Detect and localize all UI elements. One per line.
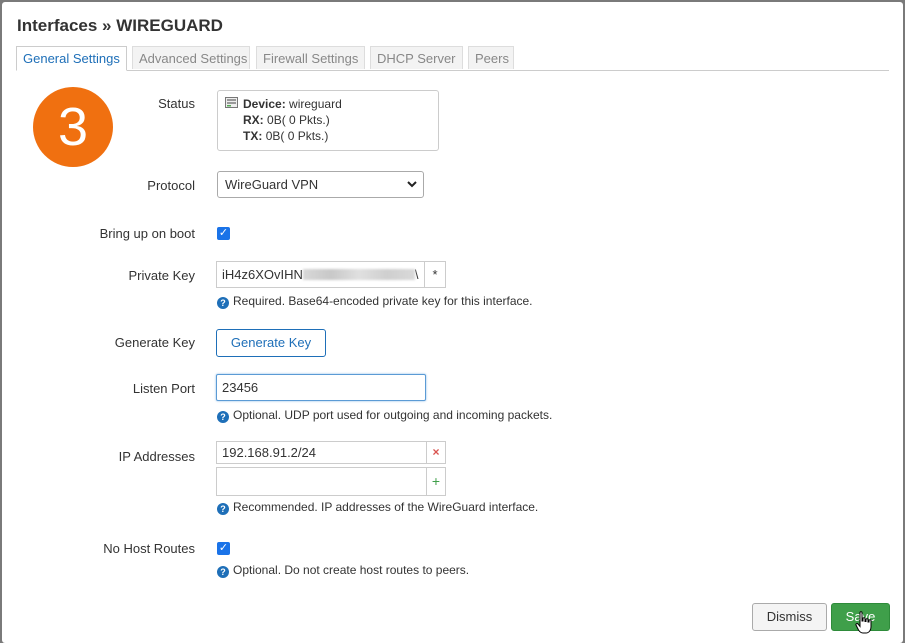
no-host-routes-hint: ? Optional. Do not create host routes to …	[217, 563, 469, 578]
listen-port-hint: ? Optional. UDP port used for outgoing an…	[217, 408, 552, 423]
protocol-label: Protocol	[147, 178, 195, 193]
tx-key: TX:	[243, 129, 263, 143]
ip-address-input[interactable]: 192.168.91.2/24	[216, 441, 427, 464]
help-icon: ?	[217, 297, 229, 309]
rx-packets: ( 0 Pkts.)	[281, 113, 330, 127]
tab-dhcp-server[interactable]: DHCP Server	[370, 46, 463, 69]
listen-port-label: Listen Port	[132, 381, 195, 396]
device-key: Device:	[243, 97, 286, 111]
chevron-down-icon	[407, 181, 417, 188]
private-key-input[interactable]: iH4z6XOvIHN \	[216, 261, 425, 288]
tx-packets: ( 0 Pkts.)	[280, 129, 329, 143]
private-key-label: Private Key	[128, 268, 195, 283]
bring-up-on-boot-label: Bring up on boot	[99, 226, 195, 241]
tab-firewall-settings[interactable]: Firewall Settings	[256, 46, 365, 69]
redacted-key-blur	[302, 269, 415, 280]
private-key-hint: ? Required. Base64-encoded private key fo…	[217, 294, 533, 309]
ip-addresses-hint-text: Recommended. IP addresses of the WireGua…	[233, 500, 539, 514]
rx-key: RX:	[243, 113, 264, 127]
private-key-value-tail: \	[414, 267, 419, 282]
help-icon: ?	[217, 566, 229, 578]
private-key-hint-text: Required. Base64-encoded private key for…	[233, 294, 533, 308]
help-icon: ?	[217, 503, 229, 515]
hand-cursor-icon	[855, 611, 872, 634]
generate-key-label: Generate Key	[114, 335, 195, 350]
protocol-select[interactable]: WireGuard VPN	[217, 171, 424, 198]
private-key-value: iH4z6XOvIHN	[222, 267, 303, 282]
add-ip-button[interactable]: +	[426, 467, 446, 496]
ip-addresses-hint: ? Recommended. IP addresses of the WireGu…	[217, 500, 538, 515]
no-host-routes-hint-text: Optional. Do not create host routes to p…	[233, 563, 470, 577]
listen-port-hint-text: Optional. UDP port used for outgoing and…	[233, 408, 553, 422]
dismiss-button[interactable]: Dismiss	[752, 603, 827, 631]
modal-title: Interfaces » WIREGUARD	[17, 16, 223, 35]
status-label: Status	[158, 96, 195, 111]
tab-peers[interactable]: Peers	[468, 46, 514, 69]
device-value: wireguard	[289, 97, 342, 111]
step-number-badge: 3	[33, 87, 113, 167]
protocol-value: WireGuard VPN	[225, 177, 319, 192]
listen-port-input[interactable]: 23456	[216, 374, 426, 401]
help-icon: ?	[217, 411, 229, 423]
reveal-key-button[interactable]: *	[424, 261, 446, 288]
no-host-routes-checkbox[interactable]: ✓	[217, 542, 230, 555]
remove-ip-button[interactable]: ×	[426, 441, 446, 464]
rx-value: 0B	[267, 113, 282, 127]
status-box: Device: wireguard RX: 0B( 0 Pkts.) TX: 0…	[217, 90, 439, 151]
bring-up-on-boot-checkbox[interactable]: ✓	[217, 227, 230, 240]
ip-addresses-label: IP Addresses	[118, 449, 195, 464]
tab-general-settings[interactable]: General Settings	[16, 46, 127, 71]
no-host-routes-label: No Host Routes	[103, 541, 195, 556]
tab-bar: General Settings Advanced Settings Firew…	[16, 46, 889, 71]
generate-key-button[interactable]: Generate Key	[216, 329, 326, 357]
interface-modal: Interfaces » WIREGUARD General Settings …	[2, 2, 903, 643]
ip-address-new-input[interactable]	[216, 467, 427, 496]
tx-value: 0B	[265, 129, 281, 143]
tab-advanced-settings[interactable]: Advanced Settings	[132, 46, 250, 69]
network-device-icon	[225, 97, 238, 108]
